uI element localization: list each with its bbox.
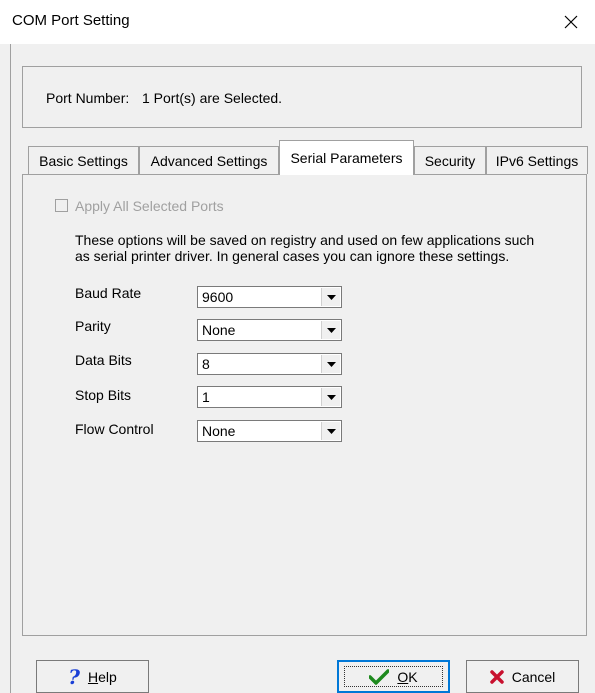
data-bits-value: 8: [202, 356, 210, 372]
close-icon: [564, 15, 578, 29]
baud-rate-select[interactable]: 9600: [197, 286, 342, 308]
apply-all-label: Apply All Selected Ports: [75, 198, 224, 214]
cancel-label: Cancel: [511, 668, 556, 685]
dropdown-arrow-icon[interactable]: [321, 355, 340, 373]
tab-security[interactable]: Security: [414, 146, 486, 174]
dropdown-arrow-icon[interactable]: [321, 321, 340, 339]
data-bits-label: Data Bits: [75, 352, 132, 368]
parity-label: Parity: [75, 318, 111, 334]
port-number-label: Port Number:: [46, 90, 130, 106]
dropdown-arrow-icon[interactable]: [321, 388, 340, 406]
tab-serial-parameters[interactable]: Serial Parameters: [279, 140, 414, 175]
tab-advanced-settings[interactable]: Advanced Settings: [139, 146, 279, 174]
dropdown-arrow-icon[interactable]: [321, 288, 340, 306]
window-title: COM Port Setting: [12, 12, 130, 29]
flow-control-label: Flow Control: [75, 421, 154, 437]
cross-icon: [489, 669, 504, 684]
description-text: These options will be saved on registry …: [75, 232, 535, 264]
dropdown-arrow-icon[interactable]: [321, 422, 340, 440]
baud-rate-label: Baud Rate: [75, 285, 142, 301]
stop-bits-select[interactable]: 1: [197, 386, 342, 408]
parity-select[interactable]: None: [197, 319, 342, 341]
flow-control-value: None: [202, 423, 236, 439]
tab-basic-settings[interactable]: Basic Settings: [28, 146, 139, 174]
port-number-value: 1 Port(s) are Selected.: [142, 90, 283, 106]
baud-rate-value: 9600: [202, 289, 234, 305]
help-icon: ?: [68, 664, 80, 689]
flow-control-select[interactable]: None: [197, 420, 342, 442]
stop-bits-value: 1: [202, 389, 210, 405]
stop-bits-label: Stop Bits: [75, 387, 132, 403]
help-label: Help: [87, 668, 117, 685]
ok-button[interactable]: OK: [337, 660, 450, 693]
tab-ipv6-settings[interactable]: IPv6 Settings: [486, 146, 588, 174]
data-bits-select[interactable]: 8: [197, 353, 342, 375]
cancel-button[interactable]: Cancel: [466, 660, 579, 693]
focus-rect: [344, 666, 443, 687]
window-edge: [10, 44, 11, 693]
help-button[interactable]: ? Help: [36, 660, 149, 693]
close-button[interactable]: [556, 10, 586, 34]
apply-all-checkbox[interactable]: [55, 199, 68, 212]
parity-value: None: [202, 322, 236, 338]
